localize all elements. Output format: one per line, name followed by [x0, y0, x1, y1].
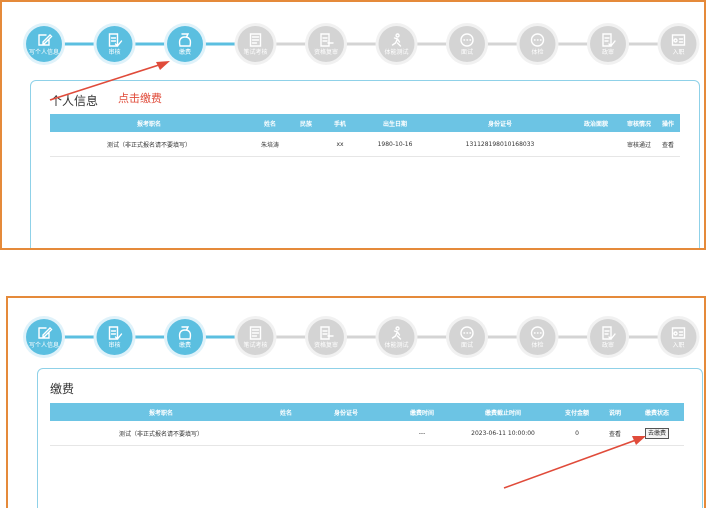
- step-label: 资格复审: [314, 341, 338, 349]
- cell-id-number: [300, 421, 392, 446]
- step-label: 面试: [461, 48, 473, 56]
- step-label: 审核: [108, 341, 120, 349]
- step-7: 面试: [446, 23, 488, 65]
- step-4: 笔试考核: [234, 23, 277, 65]
- step-label: 缴费: [179, 48, 191, 56]
- step-7: 面试: [446, 316, 488, 358]
- step-6: 体能测试: [375, 316, 418, 358]
- cell-phone: xx: [320, 132, 360, 157]
- table-header-row: 报考职名 姓名 民族 手机 出生日期 身份证号 政治面貌 审核情况 操作: [50, 114, 680, 132]
- col-header-amount: 支付金额: [554, 403, 600, 421]
- progress-steps: 写个人信息 审核 缴费 笔试考核 资格复审 体能测试 面试 体检 政审 入职: [2, 2, 704, 92]
- col-header-payment-time: 缴费时间: [392, 403, 452, 421]
- step-10: 入职: [657, 316, 700, 358]
- cell-position: 测试（非正式报名请不要填写）: [50, 421, 272, 446]
- payment-panel: 写个人信息 审核 缴费 笔试考核 资格复审 体能测试 面试 体检 政审 入职 缴费 报考职名 姓名…: [6, 296, 706, 508]
- step-label: 写个人信息: [29, 341, 59, 349]
- view-link[interactable]: 查看: [656, 132, 680, 157]
- step-5: 资格复审: [305, 316, 347, 358]
- step-3: 缴费: [164, 23, 206, 65]
- cell-political-status: [570, 132, 622, 157]
- step-3: 缴费: [164, 316, 206, 358]
- view-link[interactable]: 查看: [600, 421, 630, 446]
- page-title: 个人信息: [50, 94, 99, 108]
- step-label: 政审: [602, 48, 614, 56]
- step-4: 笔试考核: [234, 316, 277, 358]
- col-header-id-number: 身份证号: [430, 114, 570, 132]
- col-header-ethnicity: 民族: [292, 114, 320, 132]
- step-label: 写个人信息: [29, 48, 59, 56]
- col-header-payment-deadline: 缴费截止时间: [452, 403, 554, 421]
- page-title: 缴费: [50, 382, 75, 396]
- table-header-row: 报考职名 姓名 身份证号 缴费时间 缴费截止时间 支付金额 说明 缴费状态: [50, 403, 684, 421]
- step-label: 体检: [531, 341, 543, 349]
- cell-amount: 0: [554, 421, 600, 446]
- step-label: 笔试考核: [243, 341, 267, 349]
- step-label: 笔试考核: [243, 48, 267, 56]
- step-5: 资格复审: [305, 23, 347, 65]
- step-2: 审核: [93, 316, 136, 358]
- step-label: 体检: [531, 48, 543, 56]
- step-track: 写个人信息 审核 缴费 笔试考核 资格复审 体能测试 面试 体检 政审 入职: [23, 23, 700, 65]
- col-header-political-status: 政治面貌: [570, 114, 622, 132]
- col-header-name: 姓名: [248, 114, 292, 132]
- step-9: 政审: [587, 316, 629, 358]
- cell-name: [272, 421, 300, 446]
- step-label: 政审: [602, 341, 614, 349]
- cell-ethnicity: [292, 132, 320, 157]
- step-1: 写个人信息: [23, 23, 65, 65]
- step-label: 体能测试: [384, 341, 408, 349]
- step-9: 政审: [587, 23, 629, 65]
- cell-payment-time: ---: [392, 421, 452, 446]
- col-header-phone: 手机: [320, 114, 360, 132]
- pay-button[interactable]: 去缴费: [644, 427, 669, 439]
- col-header-notes: 说明: [600, 403, 630, 421]
- step-label: 面试: [461, 341, 473, 349]
- step-8: 体检: [516, 23, 559, 65]
- step-1: 写个人信息: [23, 316, 65, 358]
- step-label: 缴费: [179, 341, 191, 349]
- cell-name: 朱培涛: [248, 132, 292, 157]
- hint-text: 点击缴费: [118, 92, 162, 105]
- table-row: 测试（非正式报名请不要填写） 朱培涛 xx 1980-10-16 1311281…: [50, 132, 680, 157]
- col-header-name: 姓名: [272, 403, 300, 421]
- step-label: 入职: [672, 49, 684, 56]
- table-row: 测试（非正式报名请不要填写） --- 2023-06-11 10:00:00 0…: [50, 421, 684, 446]
- step-2: 审核: [93, 23, 136, 65]
- step-label: 入职: [672, 342, 684, 349]
- step-6: 体能测试: [375, 23, 418, 65]
- col-header-review-status: 审核情况: [622, 114, 656, 132]
- step-8: 体检: [516, 316, 559, 358]
- step-label: 资格复审: [314, 48, 338, 56]
- col-header-id-number: 身份证号: [300, 403, 392, 421]
- step-label: 体能测试: [384, 48, 408, 56]
- col-header-position: 报考职名: [50, 403, 272, 421]
- cell-birthdate: 1980-10-16: [360, 132, 430, 157]
- personal-info-panel: 写个人信息 审核 缴费 笔试考核 资格复审 体能测试 面试 体检 政审 入职 个人信息 点击缴费 …: [0, 0, 706, 250]
- payment-table: 报考职名 姓名 身份证号 缴费时间 缴费截止时间 支付金额 说明 缴费状态 测试…: [50, 403, 684, 446]
- payment-status-cell: 去缴费: [630, 421, 684, 446]
- payment-card: 缴费 报考职名 姓名 身份证号 缴费时间 缴费截止时间 支付金额 说明 缴费状态: [37, 368, 703, 508]
- col-header-action: 操作: [656, 114, 680, 132]
- personal-info-card: 个人信息 点击缴费 报考职名 姓名 民族 手机 出生日期 身份证号 政治面貌 审…: [30, 80, 700, 248]
- col-header-position: 报考职名: [50, 114, 248, 132]
- col-header-birthdate: 出生日期: [360, 114, 430, 132]
- step-label: 审核: [108, 48, 120, 56]
- cell-id-number: 131128198010168033: [430, 132, 570, 157]
- personal-info-table: 报考职名 姓名 民族 手机 出生日期 身份证号 政治面貌 审核情况 操作 测试（…: [50, 114, 680, 157]
- col-header-payment-status: 缴费状态: [630, 403, 684, 421]
- cell-position: 测试（非正式报名请不要填写）: [50, 132, 248, 157]
- cell-review-status: 审核通过: [622, 132, 656, 157]
- cell-payment-deadline: 2023-06-11 10:00:00: [452, 421, 554, 446]
- step-10: 入职: [657, 23, 700, 65]
